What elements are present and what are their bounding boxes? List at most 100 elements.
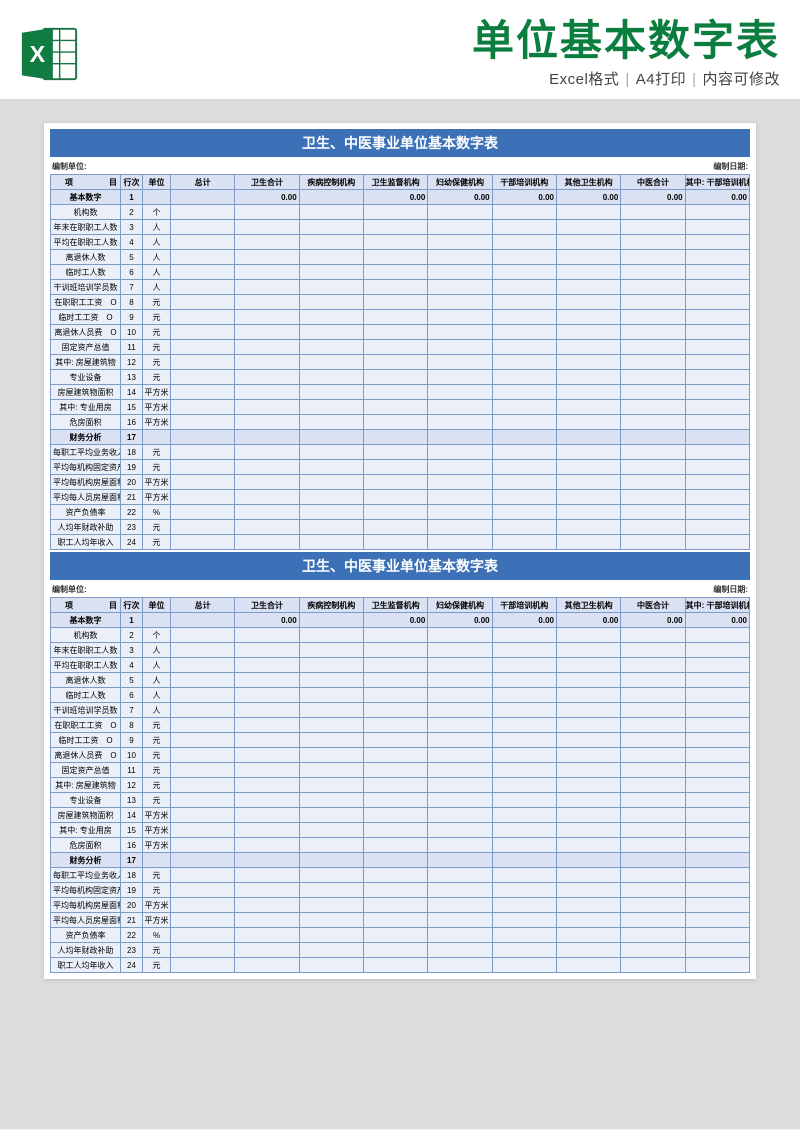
data-cell — [299, 838, 363, 853]
data-cell — [363, 688, 427, 703]
data-cell — [171, 370, 235, 385]
item-cell: 在职职工工资 O — [51, 718, 121, 733]
data-cell — [685, 823, 749, 838]
row-num-cell: 22 — [121, 928, 143, 943]
data-cell — [621, 718, 685, 733]
item-cell: 平均每机构固定资产 — [51, 883, 121, 898]
data-cell — [621, 280, 685, 295]
data-cell — [428, 943, 492, 958]
data-cell — [363, 280, 427, 295]
data-cell — [299, 688, 363, 703]
data-cell — [685, 475, 749, 490]
item-cell: 危房面积 — [51, 415, 121, 430]
svg-text:X: X — [30, 40, 46, 66]
data-cell — [621, 430, 685, 445]
data-cell — [428, 958, 492, 973]
unit-cell: 人 — [143, 703, 171, 718]
data-cell — [556, 898, 620, 913]
data-cell — [235, 400, 299, 415]
data-cell — [556, 643, 620, 658]
unit-cell: 平方米 — [143, 490, 171, 505]
data-cell — [556, 400, 620, 415]
unit-cell: 元 — [143, 778, 171, 793]
data-cell — [363, 265, 427, 280]
data-cell — [492, 823, 556, 838]
row-num-cell: 24 — [121, 958, 143, 973]
unit-cell: 元 — [143, 868, 171, 883]
row-num-cell: 10 — [121, 748, 143, 763]
row-num-cell: 14 — [121, 385, 143, 400]
data-cell — [171, 445, 235, 460]
data-cell — [685, 628, 749, 643]
data-cell — [556, 460, 620, 475]
meta-left: 编制单位: — [52, 161, 87, 172]
data-cell — [363, 718, 427, 733]
data-cell — [428, 400, 492, 415]
row-num-cell: 8 — [121, 718, 143, 733]
data-cell — [363, 400, 427, 415]
data-cell — [428, 460, 492, 475]
unit-cell: 元 — [143, 748, 171, 763]
data-cell — [299, 415, 363, 430]
data-cell — [171, 703, 235, 718]
data-cell — [299, 205, 363, 220]
data-cell — [428, 883, 492, 898]
data-cell — [428, 673, 492, 688]
data-cell — [428, 445, 492, 460]
data-cell: 0.00 — [621, 613, 685, 628]
data-cell — [492, 415, 556, 430]
unit-cell: 平方米 — [143, 415, 171, 430]
data-cell — [685, 415, 749, 430]
data-cell — [621, 415, 685, 430]
data-cell — [621, 838, 685, 853]
data-cell — [299, 958, 363, 973]
unit-cell — [143, 853, 171, 868]
unit-cell: 平方米 — [143, 913, 171, 928]
data-cell — [299, 853, 363, 868]
data-cell — [171, 733, 235, 748]
item-cell: 平均每人员房屋面积 — [51, 490, 121, 505]
col-header: 妇幼保健机构 — [428, 598, 492, 613]
data-cell — [299, 913, 363, 928]
col-header: 单位 — [143, 598, 171, 613]
data-cell — [685, 310, 749, 325]
data-cell — [492, 280, 556, 295]
table-row: 职工人均年收入24元 — [51, 535, 750, 550]
data-cell — [685, 943, 749, 958]
data-cell — [492, 643, 556, 658]
data-cell — [235, 868, 299, 883]
data-cell — [621, 898, 685, 913]
sheet-1: 卫生、中医事业单位基本数字表 编制单位: 编制日期: 项 目行次单位总计卫生合计… — [44, 123, 756, 979]
data-cell — [363, 355, 427, 370]
data-cell — [235, 793, 299, 808]
row-num-cell: 2 — [121, 205, 143, 220]
data-cell — [492, 520, 556, 535]
item-cell: 离退休人员费 O — [51, 325, 121, 340]
row-num-cell: 20 — [121, 898, 143, 913]
table-row: 临时工人数6人 — [51, 688, 750, 703]
meta-row-1: 编制单位: 编制日期: — [50, 157, 750, 174]
data-cell — [171, 280, 235, 295]
data-cell — [621, 355, 685, 370]
data-cell — [428, 520, 492, 535]
data-cell — [685, 265, 749, 280]
data-cell — [685, 325, 749, 340]
data-cell: 0.00 — [685, 190, 749, 205]
data-cell — [235, 295, 299, 310]
data-cell — [492, 460, 556, 475]
data-cell — [492, 235, 556, 250]
data-cell — [556, 220, 620, 235]
row-num-cell: 10 — [121, 325, 143, 340]
data-cell — [685, 658, 749, 673]
unit-cell: 元 — [143, 763, 171, 778]
data-cell — [171, 958, 235, 973]
data-cell — [235, 808, 299, 823]
data-cell — [299, 823, 363, 838]
data-cell — [685, 838, 749, 853]
data-cell — [685, 643, 749, 658]
row-num-cell: 7 — [121, 280, 143, 295]
row-num-cell: 9 — [121, 310, 143, 325]
data-cell — [428, 658, 492, 673]
data-cell — [492, 748, 556, 763]
data-cell — [621, 943, 685, 958]
